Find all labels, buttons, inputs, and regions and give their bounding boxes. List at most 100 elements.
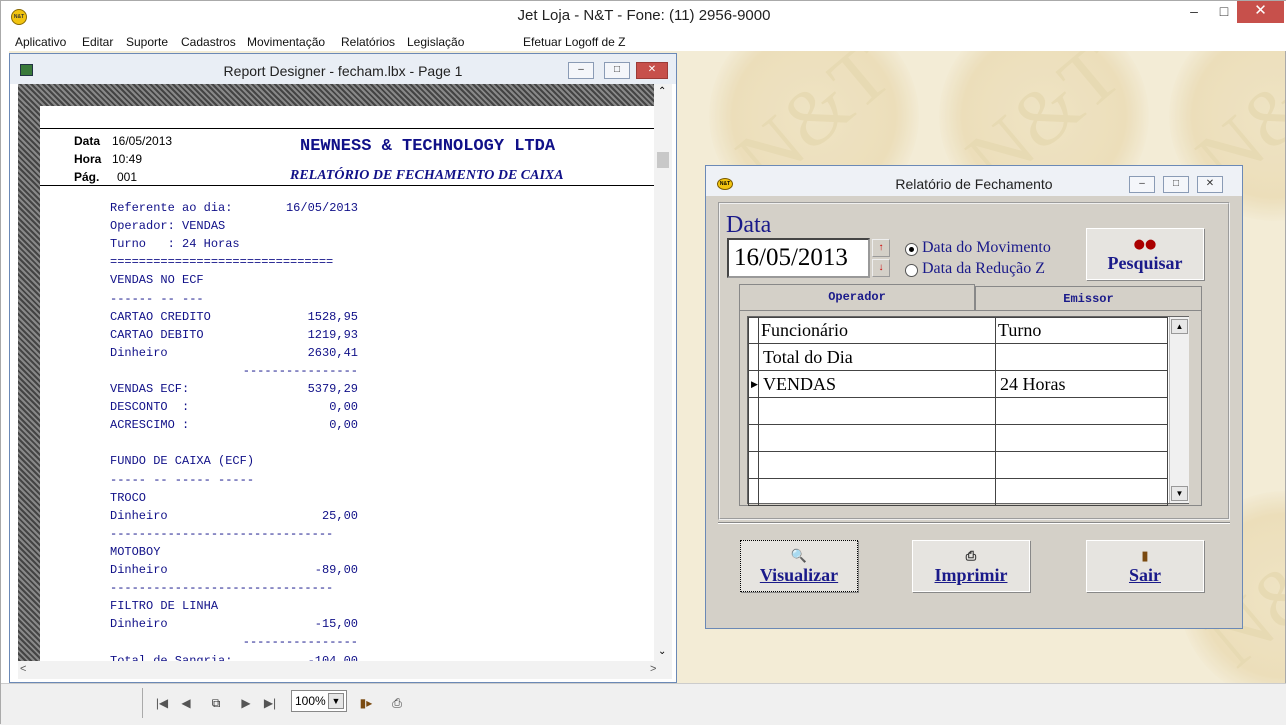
dialog-separator <box>718 522 1230 524</box>
report-line-label: MOTOBOY <box>110 544 161 559</box>
report-subtitle: RELATÓRIO DE FECHAMENTO DE CAIXA <box>290 168 564 183</box>
table-row[interactable] <box>748 397 1168 425</box>
dlg-close-button[interactable]: ✕ <box>1197 176 1223 193</box>
report-line-label: ACRESCIMO : <box>110 418 190 433</box>
report-vertical-scrollbar[interactable]: ⌃ ⌄ <box>654 84 672 661</box>
date-up-icon[interactable]: ↑ <box>872 239 890 257</box>
report-line-value: -104,00 <box>307 653 358 662</box>
cell-funcionario[interactable] <box>758 424 996 452</box>
minimize-button[interactable]: – <box>1179 1 1209 23</box>
radio-data-reducao-label[interactable]: Data da Redução Z <box>922 260 1045 278</box>
row-indicator <box>748 478 759 506</box>
report-horizontal-scrollbar[interactable]: < > <box>18 661 672 679</box>
menu-suporte[interactable]: Suporte <box>126 35 168 49</box>
rd-close-button[interactable]: ✕ <box>636 62 668 79</box>
cell-funcionario[interactable] <box>758 478 996 506</box>
report-line-label: Dinheiro <box>110 617 168 632</box>
col-funcionario[interactable]: Funcionário <box>758 317 996 344</box>
header-rule <box>40 128 654 129</box>
maximize-button[interactable]: □ <box>1209 1 1239 23</box>
report-line-value: 0,00 <box>329 418 358 433</box>
radio-data-reducao[interactable] <box>905 264 918 277</box>
report-page: Data 16/05/2013 Hora 10:49 Pág. 001 NEWN… <box>18 84 654 661</box>
report-line-label: ------------------------------- <box>110 526 334 541</box>
tab-operador[interactable]: Operador <box>739 284 975 312</box>
binoculars-icon: ●● <box>1133 237 1157 252</box>
grid-table: Funcionário Turno Total do Dia ▶ VENDAS … <box>748 317 1168 506</box>
report-line-label: VENDAS ECF: <box>110 382 190 396</box>
operator-grid[interactable]: Funcionário Turno Total do Dia ▶ VENDAS … <box>747 316 1189 506</box>
menu-aplicativo[interactable]: Aplicativo <box>15 35 66 49</box>
menu-logoff[interactable]: Efetuar Logoff de Z <box>523 35 626 49</box>
menu-cadastros[interactable]: Cadastros <box>181 35 236 49</box>
radio-data-movimento-label[interactable]: Data do Movimento <box>922 239 1051 257</box>
tab-emissor[interactable]: Emissor <box>975 286 1202 312</box>
rd-maximize-button[interactable]: □ <box>604 62 630 79</box>
cell-funcionario[interactable] <box>758 451 996 479</box>
cell-turno[interactable] <box>995 343 1168 371</box>
report-line-value: 16/05/2013 <box>285 201 358 215</box>
date-field[interactable]: 16/05/2013 <box>727 238 870 278</box>
preview-icon: 🔍 <box>790 549 808 564</box>
exit-door-icon[interactable]: ▮▸ <box>355 692 377 714</box>
table-row[interactable]: Total do Dia <box>748 343 1168 371</box>
report-hora-label: Hora <box>74 152 102 166</box>
printer-icon[interactable]: ⎙ <box>386 692 408 714</box>
cell-turno[interactable]: 24 Horas <box>995 370 1168 398</box>
table-row[interactable]: ▶ VENDAS 24 Horas <box>748 370 1168 398</box>
report-line-label: Dinheiro <box>110 345 168 360</box>
zoom-select[interactable]: 100% ▼ <box>291 690 347 712</box>
dlg-maximize-button[interactable]: □ <box>1163 176 1189 193</box>
sair-button[interactable]: ▮ Sair <box>1086 540 1204 592</box>
next-page-icon[interactable]: ▶ <box>237 692 255 714</box>
table-row[interactable] <box>748 478 1168 506</box>
radio-data-movimento[interactable] <box>905 243 918 256</box>
toolbar-divider <box>142 688 143 718</box>
title-bar: N&T Jet Loja - N&T - Fone: (11) 2956-900… <box>1 1 1286 33</box>
row-pointer-icon: ▶ <box>748 370 759 398</box>
menu-bar: Aplicativo Editar Suporte Cadastros Movi… <box>1 33 1286 51</box>
copy-page-icon[interactable]: ⧉ <box>207 692 225 714</box>
menu-editar[interactable]: Editar <box>82 35 113 49</box>
scroll-left-icon[interactable]: < <box>20 663 26 675</box>
grid-scroll-up-icon[interactable]: ▲ <box>1171 319 1188 334</box>
close-button[interactable]: ✕ <box>1237 1 1284 23</box>
chevron-down-icon[interactable]: ▼ <box>328 693 344 709</box>
rd-minimize-button[interactable]: – <box>568 62 594 79</box>
report-line-value: 0,00 <box>329 400 358 415</box>
cell-funcionario[interactable]: VENDAS <box>758 370 996 398</box>
report-line-value: 25,00 <box>321 508 358 523</box>
date-down-icon[interactable]: ↓ <box>872 259 890 277</box>
grid-scrollbar[interactable]: ▲ ▼ <box>1169 317 1189 503</box>
report-pag-label: Pág. <box>74 170 100 184</box>
scroll-right-icon[interactable]: > <box>650 663 656 675</box>
cell-funcionario[interactable]: Total do Dia <box>758 343 996 371</box>
scroll-up-icon[interactable]: ⌃ <box>658 86 666 97</box>
menu-relatorios[interactable]: Relatórios <box>341 35 395 49</box>
data-label: Data <box>726 212 772 238</box>
table-row[interactable] <box>748 451 1168 479</box>
col-turno[interactable]: Turno <box>995 317 1168 344</box>
cell-turno[interactable] <box>995 451 1168 479</box>
report-line-value: ---------------- <box>242 635 358 650</box>
pesquisar-button[interactable]: ●● Pesquisar <box>1086 228 1204 280</box>
first-page-icon[interactable]: |◀ <box>153 692 171 714</box>
zoom-value: 100% <box>295 694 326 708</box>
last-page-icon[interactable]: ▶| <box>261 692 279 714</box>
table-row[interactable] <box>748 424 1168 452</box>
mdi-desktop: N&T N&T N&T N&T Report Designer - fecham… <box>9 51 1285 683</box>
scroll-down-icon[interactable]: ⌄ <box>658 646 666 657</box>
menu-movimentacao[interactable]: Movimentação <box>247 35 325 49</box>
imprimir-button[interactable]: ⎙ Imprimir <box>912 540 1030 592</box>
report-line-label: Operador: VENDAS <box>110 219 226 234</box>
visualizar-button[interactable]: 🔍 Visualizar <box>740 540 858 592</box>
cell-funcionario[interactable] <box>758 397 996 425</box>
cell-turno[interactable] <box>995 424 1168 452</box>
scroll-thumb[interactable] <box>657 152 669 168</box>
cell-turno[interactable] <box>995 397 1168 425</box>
menu-legislacao[interactable]: Legislação <box>407 35 464 49</box>
previous-page-icon[interactable]: ◀ <box>177 692 195 714</box>
cell-turno[interactable] <box>995 478 1168 506</box>
grid-scroll-down-icon[interactable]: ▼ <box>1171 486 1188 501</box>
dlg-minimize-button[interactable]: – <box>1129 176 1155 193</box>
